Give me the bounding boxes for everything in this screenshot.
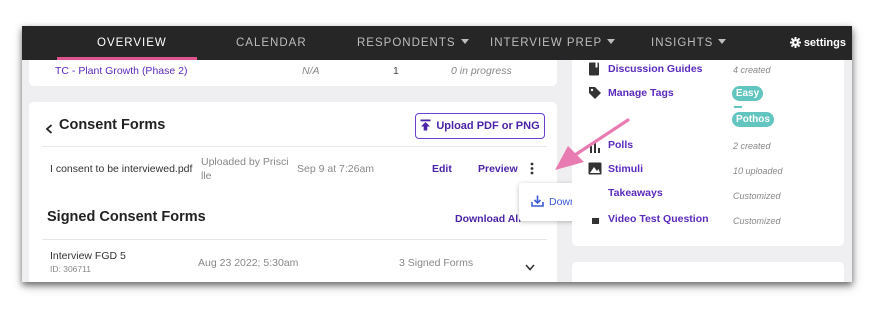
uploaded-by-line2: lle [201,170,212,182]
download-icon [531,195,544,207]
tab-interview-prep[interactable]: INTERVIEW PREP [490,26,616,60]
tab-insights[interactable]: INSIGHTS [651,26,727,60]
chevron-down-icon [718,39,727,44]
secondary-card [572,262,844,282]
settings-button[interactable]: settings [789,26,846,60]
more-options-icon[interactable] [530,162,534,180]
tab-respondents-label: RESPONDENTS [357,37,456,49]
file-name: I consent to be interviewed.pdf [50,163,193,175]
upload-icon [420,119,431,131]
edit-link[interactable]: Edit [432,163,452,175]
tag-badge-easy: Easy [732,86,763,101]
book-icon [588,62,600,81]
interview-date: Aug 23 2022; 5:30am [198,257,299,269]
takeaways-meta: Customized [733,191,781,201]
app-screenshot: OVERVIEW CALENDAR RESPONDENTS INTERVIEW … [22,26,852,282]
project-count: 1 [393,65,399,77]
signed-consent-title: Signed Consent Forms [47,209,206,225]
interview-name: Interview FGD 5 [50,250,126,262]
tab-overview[interactable]: OVERVIEW [97,26,167,60]
tab-interview-prep-label: INTERVIEW PREP [490,37,603,49]
top-nav: OVERVIEW CALENDAR RESPONDENTS INTERVIEW … [22,26,852,60]
upload-pdf-button[interactable]: Upload PDF or PNG [415,113,545,139]
uploaded-by-line1: Uploaded by Prisci [201,156,289,168]
polls-meta: 2 created [733,141,771,151]
tab-calendar-label: CALENDAR [236,37,307,49]
project-status: 0 in progress [451,65,512,77]
preview-link[interactable]: Preview [478,163,518,175]
discussion-guides-meta: 4 created [733,65,771,75]
tag-icon [588,86,602,105]
settings-label: settings [803,37,846,49]
tab-insights-label: INSIGHTS [651,37,714,49]
stimuli-meta: 10 uploaded [733,166,783,176]
tab-calendar[interactable]: CALENDAR [236,26,307,60]
interview-id: ID: 306711 [50,264,91,274]
consent-forms-title: Consent Forms [59,117,166,133]
back-chevron-icon[interactable] [45,121,54,139]
chevron-down-icon [460,39,469,44]
project-link[interactable]: TC - Plant Growth (Phase 2) [55,65,187,77]
chevron-down-icon [607,39,616,44]
sidebar-item-takeaways[interactable]: Takeaways [608,187,663,199]
signed-count: 3 Signed Forms [399,257,474,269]
video-icon [592,218,599,224]
sidebar-item-video-test-question[interactable]: Video Test Question [608,213,709,225]
gear-icon [789,36,802,49]
upload-pdf-label: Upload PDF or PNG [436,120,540,132]
sidebar-item-manage-tags[interactable]: Manage Tags [608,87,674,99]
tag-badge-pothos: Pothos [732,112,774,127]
tab-respondents[interactable]: RESPONDENTS [357,26,469,60]
tab-overview-label: OVERVIEW [97,37,167,49]
project-col2: N/A [302,65,320,77]
chevron-down-icon[interactable] [525,258,535,276]
image-icon [588,162,602,180]
tag-underline [734,106,742,108]
download-all-link[interactable]: Download All [455,213,521,225]
video-test-question-meta: Customized [733,216,781,226]
sidebar-item-polls[interactable]: Polls [608,139,633,151]
divider [42,239,547,240]
upload-date: Sep 9 at 7:26am [297,163,375,175]
project-card: TC - Plant Growth (Phase 2) N/A 1 0 in p… [29,60,557,86]
sidebar-item-stimuli[interactable]: Stimuli [608,163,643,175]
divider [42,146,547,147]
bar-chart-icon [589,140,601,158]
sidebar-item-discussion-guides[interactable]: Discussion Guides [608,63,703,75]
